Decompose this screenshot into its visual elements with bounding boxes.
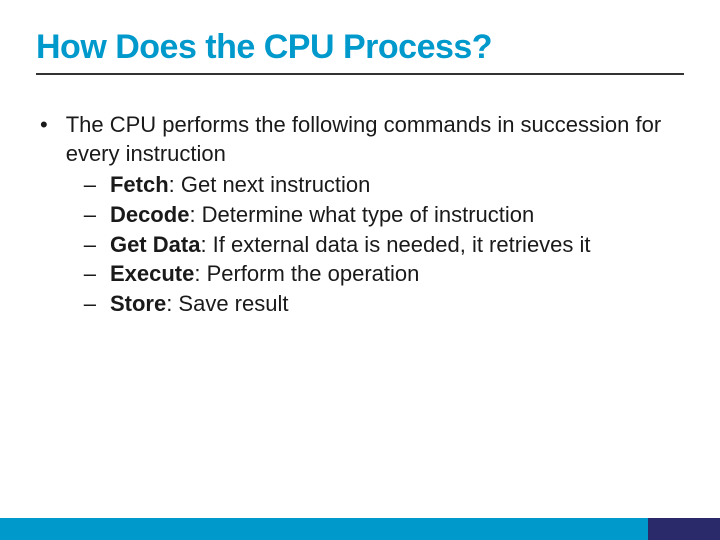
- bullet-icon: •: [40, 111, 48, 319]
- sub-text: Get Data: If external data is needed, it…: [110, 230, 591, 260]
- footer-purple: [648, 518, 720, 540]
- list-item: – Execute: Perform the operation: [84, 259, 684, 289]
- list-item: – Fetch: Get next instruction: [84, 170, 684, 200]
- sub-text: Fetch: Get next instruction: [110, 170, 370, 200]
- dash-icon: –: [84, 259, 96, 289]
- list-item: – Store: Save result: [84, 289, 684, 319]
- term: Get Data: [110, 232, 200, 257]
- sub-list: – Fetch: Get next instruction – Decode: …: [66, 170, 684, 318]
- footer-blue: [0, 518, 648, 540]
- dash-icon: –: [84, 230, 96, 260]
- desc: : Perform the operation: [194, 261, 419, 286]
- slide: How Does the CPU Process? • The CPU perf…: [0, 0, 720, 540]
- desc: : Get next instruction: [169, 172, 371, 197]
- desc: : Save result: [166, 291, 288, 316]
- footer-bar: [0, 518, 720, 540]
- term: Fetch: [110, 172, 169, 197]
- main-bullet: • The CPU performs the following command…: [36, 111, 684, 319]
- slide-title: How Does the CPU Process?: [36, 28, 684, 75]
- main-text-block: The CPU performs the following commands …: [66, 111, 684, 319]
- main-bullet-text: The CPU performs the following commands …: [66, 112, 661, 166]
- list-item: – Decode: Determine what type of instruc…: [84, 200, 684, 230]
- term: Execute: [110, 261, 194, 286]
- term: Decode: [110, 202, 189, 227]
- dash-icon: –: [84, 170, 96, 200]
- sub-text: Decode: Determine what type of instructi…: [110, 200, 534, 230]
- list-item: – Get Data: If external data is needed, …: [84, 230, 684, 260]
- desc: : If external data is needed, it retriev…: [200, 232, 590, 257]
- desc: : Determine what type of instruction: [189, 202, 534, 227]
- term: Store: [110, 291, 166, 316]
- dash-icon: –: [84, 289, 96, 319]
- sub-text: Execute: Perform the operation: [110, 259, 419, 289]
- dash-icon: –: [84, 200, 96, 230]
- sub-text: Store: Save result: [110, 289, 289, 319]
